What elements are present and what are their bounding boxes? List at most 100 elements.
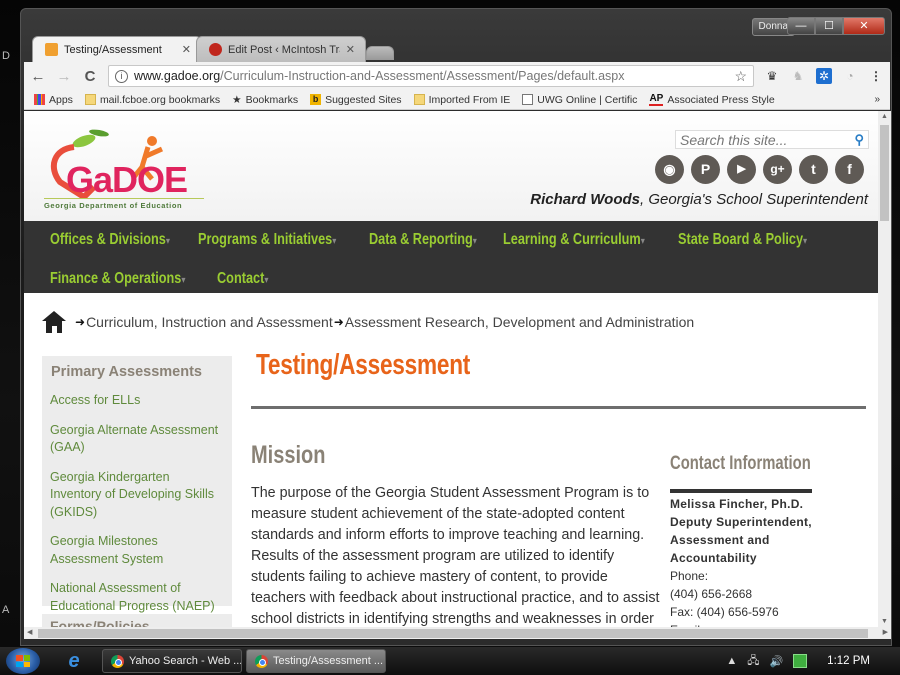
arrow-right-icon: ➜ — [333, 315, 344, 329]
network-icon[interactable]: 🖧 — [747, 652, 759, 671]
chevron-down-icon: ▾ — [264, 275, 269, 287]
site-search-input[interactable]: Search this site... ⚲ — [675, 130, 869, 149]
breadcrumb-current[interactable]: Assessment Research, Development and Adm… — [345, 314, 694, 330]
tab-testing-assessment[interactable]: Testing/Assessment ✕ — [32, 36, 202, 62]
chevron-down-icon: ▾ — [472, 236, 477, 247]
nav-data-reporting[interactable]: Data & Reporting▾ — [369, 229, 477, 251]
scroll-up-icon[interactable]: ▲ — [878, 113, 891, 120]
star-icon: ★ — [232, 93, 242, 106]
chevron-down-icon: ▾ — [802, 236, 807, 247]
close-window-button[interactable]: ✕ — [843, 17, 885, 35]
tab-edit-post[interactable]: Edit Post ‹ McIntosh Trai ✕ — [196, 36, 366, 62]
breadcrumb-link[interactable]: Curriculum, Instruction and Assessment — [86, 314, 333, 330]
desktop-icon-label[interactable]: A — [2, 604, 9, 616]
bookmark-imported-from-ie[interactable]: Imported From IE — [413, 94, 510, 106]
sidebar-link-access-for-ells[interactable]: Access for ELLs — [50, 392, 224, 410]
extension-crown-icon[interactable]: ♛ — [764, 68, 780, 84]
browser-toolbar: ← → C i www.gadoe.org/Curriculum-Instruc… — [24, 62, 890, 90]
nav-label: State Board & Policy — [677, 231, 803, 248]
internet-explorer-icon[interactable]: e — [64, 650, 84, 673]
bookmarks-overflow-button[interactable]: » — [874, 94, 880, 105]
sidebar-link-gkids[interactable]: Georgia Kindergarten Inventory of Develo… — [50, 469, 224, 522]
address-bar[interactable]: i www.gadoe.org/Curriculum-Instruction-a… — [108, 65, 754, 87]
sidebar-link-gaa[interactable]: Georgia Alternate Assessment (GAA) — [50, 422, 224, 457]
nav-label: Learning & Curriculum — [502, 231, 641, 248]
extension-settings-icon[interactable]: ✲ — [816, 68, 832, 84]
gadoe-logo[interactable]: GaDOE Georgia Department of Education — [44, 127, 204, 211]
chevron-down-icon: ▾ — [640, 236, 645, 247]
bookmark-star-icon[interactable]: ☆ — [734, 68, 747, 85]
bookmarks-bar: Apps mail.fcboe.org bookmarks ★ Bookmark… — [24, 90, 890, 110]
sidebar-link-naep[interactable]: National Assessment of Educational Progr… — [50, 580, 224, 615]
scroll-down-icon[interactable]: ▼ — [878, 618, 891, 625]
forward-button[interactable]: → — [56, 68, 72, 85]
nav-state-board-policy[interactable]: State Board & Policy▾ — [678, 229, 807, 251]
youtube-icon[interactable]: ▶ — [727, 155, 756, 184]
horizontal-scroll-thumb[interactable] — [38, 629, 868, 638]
nav-finance-operations[interactable]: Finance & Operations▾ — [50, 268, 185, 290]
vertical-scroll-thumb[interactable] — [880, 125, 889, 221]
twitter-icon[interactable]: t — [799, 155, 828, 184]
bookmark-ap-style[interactable]: AP Associated Press Style — [649, 93, 775, 106]
search-icon[interactable]: ⚲ — [854, 132, 864, 148]
menu-kebab-icon[interactable]: ⋮ — [868, 68, 884, 84]
superintendent-name: Richard Woods — [530, 191, 640, 208]
maximize-button[interactable]: ☐ — [815, 17, 843, 35]
nav-label: Contact — [217, 270, 265, 288]
sidebar-heading: Forms/Policies — [50, 618, 150, 627]
security-app-icon[interactable] — [793, 654, 808, 668]
vertical-scrollbar[interactable]: ▲ ▼ — [878, 111, 891, 627]
sidebar-link-milestones[interactable]: Georgia Milestones Assessment System — [50, 533, 224, 568]
logo-text: GaDOE — [66, 159, 188, 200]
new-tab-button[interactable] — [366, 46, 394, 60]
chevron-down-icon: ▾ — [165, 236, 170, 247]
rss-icon[interactable]: ◉ — [655, 155, 684, 184]
clock[interactable]: 1:12 PM — [827, 655, 870, 667]
taskbar: e Yahoo Search - Web ... Testing/Assessm… — [0, 647, 900, 675]
start-button[interactable] — [6, 648, 40, 674]
bookmark-suggested-sites[interactable]: b Suggested Sites — [310, 94, 402, 106]
contact-title-line: Assessment and — [670, 533, 770, 547]
scroll-left-icon[interactable]: ◀ — [27, 627, 32, 639]
folder-icon — [413, 94, 425, 105]
extension-grey-icon[interactable]: ♞ — [790, 68, 806, 84]
nav-offices-divisions[interactable]: Offices & Divisions▾ — [50, 229, 170, 251]
minimize-button[interactable]: — — [787, 17, 815, 35]
taskbar-item-testing-assessment[interactable]: Testing/Assessment ... — [246, 649, 386, 673]
bookmark-uwg-online[interactable]: UWG Online | Certific — [522, 94, 637, 106]
social-links: ◉ P ▶ g+ t f — [655, 155, 864, 184]
bookmark-mail-fcboe[interactable]: mail.fcboe.org bookmarks — [84, 94, 220, 106]
facebook-icon[interactable]: f — [835, 155, 864, 184]
nav-label: Programs & Initiatives — [198, 231, 333, 248]
breadcrumb: ➜ Curriculum, Instruction and Assessment… — [42, 311, 694, 333]
show-hidden-icons-button[interactable]: ▲ — [726, 655, 737, 667]
taskbar-item-yahoo-search[interactable]: Yahoo Search - Web ... — [102, 649, 242, 673]
close-tab-icon[interactable]: ✕ — [182, 43, 191, 56]
horizontal-scrollbar[interactable]: ◀ ▶ — [24, 627, 891, 639]
bookmark-apps[interactable]: Apps — [34, 94, 73, 106]
nav-learning-curriculum[interactable]: Learning & Curriculum▾ — [503, 229, 645, 251]
desktop-icon-label[interactable]: D — [2, 50, 10, 62]
google-plus-icon[interactable]: g+ — [763, 155, 792, 184]
close-tab-icon[interactable]: ✕ — [346, 43, 355, 56]
pinterest-icon[interactable]: P — [691, 155, 720, 184]
apps-grid-icon — [34, 94, 45, 105]
url-host: www.gadoe.org — [134, 69, 221, 83]
bookmark-bookmarks[interactable]: ★ Bookmarks — [232, 94, 298, 106]
reload-button[interactable]: C — [82, 68, 98, 85]
extension-circle-icon[interactable]: ◔ — [842, 68, 858, 84]
volume-icon[interactable]: 🔊 — [769, 655, 783, 668]
bookmark-label: UWG Online | Certific — [537, 93, 638, 106]
info-icon[interactable]: i — [115, 69, 128, 83]
back-button[interactable]: ← — [30, 68, 46, 85]
search-placeholder: Search this site... — [680, 131, 788, 148]
fax-number: Fax: (404) 656-5976 — [670, 605, 779, 619]
tab-label: Testing/Assessment — [64, 43, 162, 56]
scroll-right-icon[interactable]: ▶ — [883, 627, 888, 639]
chevron-down-icon: ▾ — [181, 275, 186, 287]
main-navigation: Offices & Divisions▾ Programs & Initiati… — [24, 221, 878, 293]
nav-programs-initiatives[interactable]: Programs & Initiatives▾ — [198, 229, 336, 251]
superintendent-title: , Georgia's School Superintendent — [639, 191, 868, 208]
nav-contact[interactable]: Contact▾ — [217, 268, 268, 290]
home-icon[interactable] — [42, 311, 66, 333]
